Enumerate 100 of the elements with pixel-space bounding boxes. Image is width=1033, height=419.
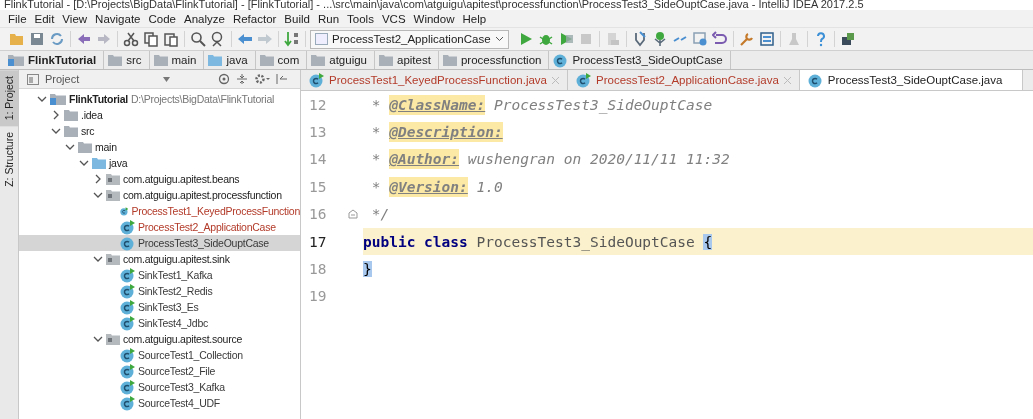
breadcrumb-item[interactable]: ProcessTest3_SideOuptCase bbox=[549, 51, 731, 69]
breadcrumb-item[interactable]: processfunction bbox=[438, 51, 550, 69]
search-icon[interactable] bbox=[190, 31, 206, 47]
revert-icon[interactable] bbox=[711, 31, 728, 47]
menu-item[interactable]: Analyze bbox=[179, 12, 229, 25]
tree-item-label: FlinkTutorial bbox=[69, 93, 128, 105]
tree-item[interactable]: main bbox=[19, 139, 300, 155]
tree-item[interactable]: SourceTest1_Collection bbox=[19, 347, 300, 363]
menu-item[interactable]: Run bbox=[313, 12, 344, 25]
fold-icon[interactable] bbox=[348, 209, 358, 220]
caret-icon[interactable] bbox=[494, 36, 504, 42]
tree-item-label: SinkTest4_Jdbc bbox=[138, 317, 209, 329]
tree-item-label: com.atguigu.apitest.sink bbox=[123, 253, 230, 265]
target-icon[interactable] bbox=[218, 73, 230, 85]
line-number: 16 bbox=[308, 205, 328, 225]
settings-icon[interactable] bbox=[254, 73, 270, 85]
menu-item[interactable]: VCS bbox=[377, 12, 410, 25]
menu-item[interactable]: File bbox=[4, 12, 31, 25]
tree-item-label: ProcessTest1_KeyedProcessFunction bbox=[131, 205, 300, 217]
tree-item[interactable]: SourceTest2_File bbox=[19, 363, 300, 379]
side-tab[interactable]: 1: Project bbox=[0, 70, 18, 127]
menu-item[interactable]: Code bbox=[144, 12, 180, 25]
cut-icon[interactable] bbox=[123, 31, 139, 47]
tree-item[interactable]: SourceTest4_UDF bbox=[19, 395, 300, 411]
tree-item[interactable]: com.atguigu.apitest.beans bbox=[19, 171, 300, 187]
chevron-down-icon[interactable] bbox=[65, 142, 75, 152]
menu-item[interactable]: Refactor bbox=[228, 12, 281, 25]
editor-tab[interactable]: ProcessTest2_ApplicationCase.java bbox=[568, 70, 800, 90]
chevron-down-icon[interactable] bbox=[37, 94, 47, 104]
code-line: * @Description: bbox=[370, 121, 504, 145]
tree-item[interactable]: com.atguigu.apitest.sink bbox=[19, 251, 300, 267]
tree-item-label: java bbox=[109, 157, 128, 169]
code-line: public class ProcessTest3_SideOuptCase { bbox=[363, 232, 714, 253]
tree-item[interactable]: com.atguigu.apitest.processfunction bbox=[19, 187, 300, 203]
breadcrumb-item[interactable]: main bbox=[149, 51, 205, 69]
chevron-down-icon[interactable] bbox=[93, 254, 103, 264]
tree-item-label: .idea bbox=[81, 109, 103, 121]
tree-item[interactable]: .idea bbox=[19, 107, 300, 123]
hide-panel-icon[interactable] bbox=[276, 73, 288, 85]
module-icon bbox=[8, 54, 24, 66]
tree-item-label: main bbox=[95, 141, 117, 153]
chevron-down-icon[interactable] bbox=[93, 334, 103, 344]
undo-icon[interactable] bbox=[76, 31, 92, 47]
menu-item[interactable]: Window bbox=[409, 12, 459, 25]
folder-icon bbox=[108, 54, 123, 66]
side-tab[interactable]: Z: Structure bbox=[0, 126, 18, 194]
tree-item[interactable]: java bbox=[19, 155, 300, 171]
tree-item[interactable]: ProcessTest2_ApplicationCase bbox=[19, 219, 300, 235]
history-icon[interactable] bbox=[691, 31, 708, 47]
breadcrumb-item[interactable]: com bbox=[255, 51, 308, 69]
chevron-down-icon[interactable] bbox=[79, 158, 89, 168]
chevron-down-icon[interactable] bbox=[93, 190, 103, 200]
menu-item[interactable]: Edit bbox=[30, 12, 59, 25]
chevron-right-icon[interactable] bbox=[51, 110, 61, 120]
chevron-right-icon[interactable] bbox=[93, 174, 103, 184]
run-config-dropdown[interactable]: ProcessTest2_ApplicationCase bbox=[310, 29, 509, 49]
folder-icon bbox=[379, 54, 393, 66]
wrench-icon[interactable] bbox=[738, 31, 755, 47]
save-icon[interactable] bbox=[29, 31, 45, 47]
module-path: D:\Projects\BigData\FlinkTutorial bbox=[131, 93, 275, 105]
folder-icon bbox=[153, 54, 168, 66]
tree-item[interactable]: ProcessTest1_KeyedProcessFunction bbox=[19, 203, 300, 219]
breadcrumb-item[interactable]: apitest bbox=[375, 51, 439, 69]
sync-icon[interactable] bbox=[49, 31, 65, 47]
tree-item-label: SinkTest3_Es bbox=[138, 301, 199, 313]
editor-tab[interactable]: ProcessTest1_KeyedProcessFunction.java bbox=[301, 70, 568, 90]
structure-icon[interactable] bbox=[758, 31, 775, 47]
breadcrumb-item[interactable]: atguigu bbox=[307, 51, 375, 69]
tree-item-label: SourceTest3_Kafka bbox=[138, 381, 225, 393]
menu-item[interactable]: View bbox=[58, 12, 92, 25]
menu-item[interactable]: Tools bbox=[343, 12, 378, 25]
tree-item[interactable]: SinkTest1_Kafka bbox=[19, 267, 300, 283]
caret-icon[interactable] bbox=[163, 76, 170, 82]
tree-item[interactable]: com.atguigu.apitest.source bbox=[19, 331, 300, 347]
back-icon[interactable] bbox=[237, 31, 253, 47]
line-number: 15 bbox=[308, 177, 328, 197]
tree-item[interactable]: SourceTest3_Kafka bbox=[19, 379, 300, 395]
menu-item[interactable]: Navigate bbox=[91, 12, 145, 25]
code-line: * @ClassName: ProcessTest3_SideOuptCase bbox=[370, 93, 714, 117]
breadcrumb-item[interactable]: src bbox=[104, 51, 150, 69]
editor-tab[interactable]: ProcessTest3_SideOuptCase.java bbox=[799, 70, 1024, 90]
tree-item[interactable]: FlinkTutorial D:\Projects\BigData\FlinkTutorial bbox=[19, 91, 300, 107]
menu-item[interactable]: Build bbox=[280, 12, 314, 25]
breadcrumb-item[interactable]: FlinkTutorial bbox=[4, 51, 105, 69]
chevron-down-icon[interactable] bbox=[51, 126, 61, 136]
plugin-icon[interactable] bbox=[839, 31, 856, 47]
tree-item[interactable]: src bbox=[19, 123, 300, 139]
sort-icon[interactable] bbox=[284, 31, 300, 47]
breadcrumb-item[interactable]: java bbox=[204, 51, 256, 69]
collapse-icon[interactable] bbox=[236, 73, 248, 85]
tree-item-label: SinkTest1_Kafka bbox=[138, 269, 213, 281]
copy-icon[interactable] bbox=[143, 31, 159, 47]
tree-item[interactable]: ProcessTest3_SideOuptCase bbox=[19, 235, 300, 251]
folder-icon bbox=[259, 54, 274, 66]
tree-item[interactable]: SinkTest3_Es bbox=[19, 299, 300, 315]
tree-item-label: com.atguigu.apitest.source bbox=[123, 333, 242, 345]
tree-item[interactable]: SinkTest2_Redis bbox=[19, 283, 300, 299]
tree-item[interactable]: SinkTest4_Jdbc bbox=[19, 315, 300, 331]
menu-item[interactable]: Help bbox=[458, 12, 491, 25]
paste-icon[interactable] bbox=[163, 31, 179, 47]
